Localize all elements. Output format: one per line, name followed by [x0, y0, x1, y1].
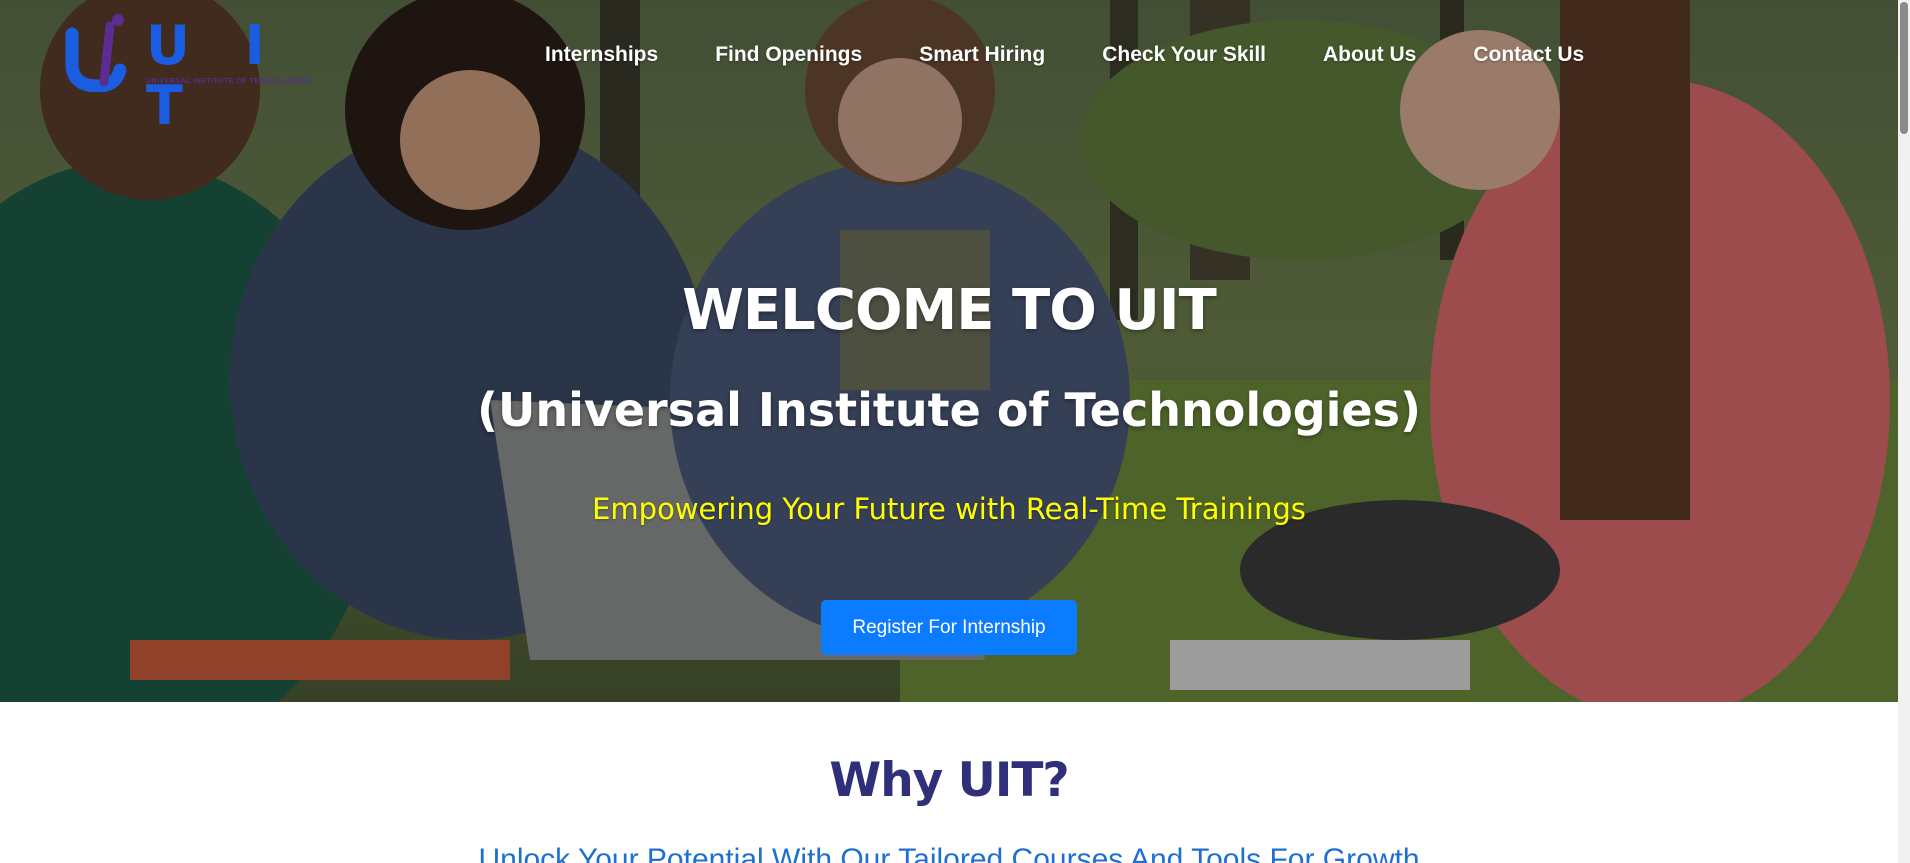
nav-smart-hiring[interactable]: Smart Hiring — [919, 43, 1045, 67]
why-uit-heading: Why UIT? — [829, 753, 1069, 808]
logo-tagline: UNIVERSAL INSTITUTE OF TECHNOLOGIES — [146, 78, 312, 85]
nav-contact-us[interactable]: Contact Us — [1473, 43, 1584, 67]
hero-tagline: Empowering Your Future with Real-Time Tr… — [592, 492, 1306, 526]
hero-title: WELCOME TO UIT — [682, 278, 1217, 343]
nav-check-your-skill[interactable]: Check Your Skill — [1102, 43, 1266, 67]
hero-subtitle: (Universal Institute of Technologies) — [476, 383, 1422, 437]
nav-about-us[interactable]: About Us — [1323, 43, 1416, 67]
scrollbar-thumb[interactable] — [1900, 2, 1908, 134]
logo-mark-icon — [65, 14, 127, 92]
hero-banner: U I T UNIVERSAL INSTITUTE OF TECHNOLOGIE… — [0, 0, 1898, 702]
site-logo[interactable]: U I T UNIVERSAL INSTITUTE OF TECHNOLOGIE… — [64, 12, 311, 136]
main-navigation: Internships Find Openings Smart Hiring C… — [545, 41, 1584, 69]
nav-internships[interactable]: Internships — [545, 43, 658, 67]
logo-wordmark: U I T — [146, 14, 283, 137]
why-uit-subheading: Unlock Your Potential With Our Tailored … — [478, 843, 1420, 863]
page-scrollbar[interactable] — [1898, 0, 1910, 863]
nav-find-openings[interactable]: Find Openings — [715, 43, 862, 67]
register-internship-button[interactable]: Register For Internship — [821, 600, 1077, 655]
